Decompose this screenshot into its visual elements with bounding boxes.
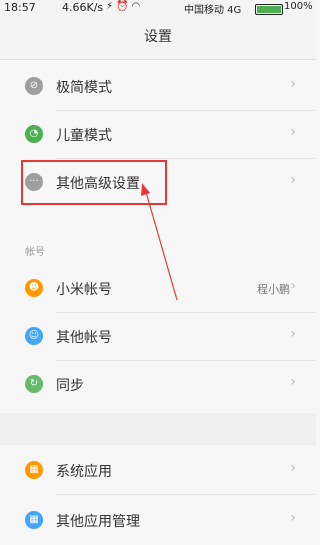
arrow-line: [145, 191, 178, 301]
annotation-arrow: [141, 183, 178, 301]
arrow-head: [141, 183, 150, 196]
